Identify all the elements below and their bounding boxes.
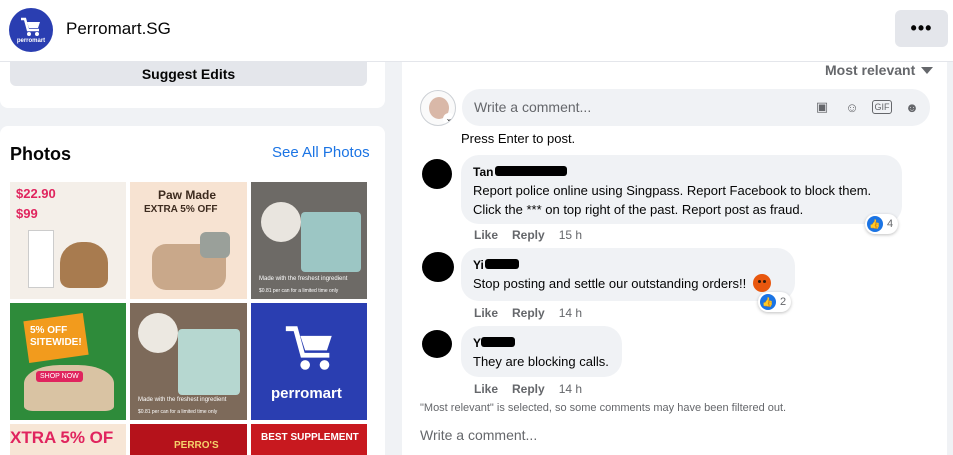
suggest-edits-button[interactable]: Suggest Edits	[10, 62, 367, 86]
emoji-icon[interactable]: ☺	[842, 97, 862, 117]
like-button[interactable]: Like	[474, 228, 498, 242]
photo-caption: XTRA 5% OF	[10, 428, 114, 447]
like-reaction-icon: 👍	[867, 216, 883, 232]
comment-text: Stop posting and settle our outstanding …	[473, 274, 783, 293]
page-title[interactable]: Perromart.SG	[66, 19, 171, 39]
photo-caption: $0.81 per can for a limited time only	[138, 409, 218, 415]
write-comment-link[interactable]: Write a comment...	[420, 427, 537, 443]
page-avatar[interactable]: perromart	[9, 8, 53, 52]
avatar-sticker-icon[interactable]: ☻	[902, 97, 922, 117]
photos-title: Photos	[10, 144, 71, 164]
photo-caption: BEST SUPPLEMENT	[261, 432, 359, 443]
chevron-down-icon: ⌄	[443, 113, 455, 125]
comment-text: Report police online using Singpass. Rep…	[473, 183, 872, 198]
more-options-button[interactable]: •••	[895, 10, 948, 47]
photo-thumbnail[interactable]: Made with the freshest ingredient $0.81 …	[251, 182, 367, 299]
commenter-avatar[interactable]	[420, 248, 456, 284]
gif-icon[interactable]: GIF	[872, 100, 892, 114]
comment-author[interactable]: Yi	[473, 257, 519, 273]
like-reaction-icon: 👍	[760, 294, 776, 310]
reaction-summary[interactable]: 👍 2	[758, 292, 792, 312]
reply-button[interactable]: Reply	[512, 382, 545, 396]
comment-text: Click the *** on top right of the past. …	[473, 202, 804, 217]
page-header: perromart Perromart.SG •••	[0, 0, 953, 62]
comment-actions: Like Reply 15 h	[474, 228, 582, 242]
composer-hint: Press Enter to post.	[461, 131, 576, 146]
comment-bubble: Tan Report police online using Singpass.…	[461, 155, 902, 224]
photo-caption: $99	[16, 206, 38, 221]
comment-actions: Like Reply 14 h	[474, 382, 582, 396]
angry-emoji-icon	[752, 274, 771, 292]
photo-caption: EXTRA 5% OFF	[144, 204, 218, 215]
photo-thumbnail[interactable]: Made with the freshest ingredient $0.81 …	[130, 303, 247, 420]
photo-caption: SHOP NOW	[36, 371, 83, 382]
photo-thumbnail[interactable]: Paw Made EXTRA 5% OFF	[130, 182, 247, 299]
like-button[interactable]: Like	[474, 382, 498, 396]
comment-timestamp[interactable]: 15 h	[559, 228, 582, 242]
commenter-avatar[interactable]	[420, 324, 456, 360]
caret-down-icon	[921, 66, 934, 74]
cart-icon	[285, 326, 332, 370]
composer-tools: ▣ ☺ GIF ☻	[812, 97, 922, 117]
filter-notice: "Most relevant" is selected, so some com…	[420, 402, 787, 414]
photos-card: Photos See All Photos $22.90 $99 Paw Mad…	[0, 126, 385, 455]
about-card: Suggest Edits	[0, 62, 385, 108]
sort-dropdown[interactable]: Most relevant	[825, 62, 934, 78]
comment-timestamp[interactable]: 14 h	[559, 306, 582, 320]
comment-bubble: Y They are blocking calls.	[461, 326, 622, 377]
photo-thumbnail[interactable]: 5% OFF SITEWIDE! SHOP NOW	[10, 303, 126, 420]
comment-composer[interactable]: Write a comment... ▣ ☺ GIF ☻	[462, 89, 930, 126]
sort-label: Most relevant	[825, 62, 916, 78]
comment-author[interactable]: Tan	[473, 164, 567, 180]
comment-text: They are blocking calls.	[473, 354, 609, 369]
photo-caption: Paw Made	[158, 188, 217, 202]
photo-thumbnail[interactable]: PERRO'S	[130, 424, 247, 455]
photo-thumbnail[interactable]: XTRA 5% OF	[10, 424, 126, 455]
comments-section: Most relevant ⌄ Write a comment... ▣ ☺ G…	[402, 62, 947, 455]
photo-caption: Made with the freshest ingredient	[138, 397, 227, 403]
photo-caption: Made with the freshest ingredient	[259, 276, 348, 282]
photo-caption: PERRO'S	[174, 440, 219, 451]
reaction-count: 2	[780, 296, 787, 308]
comment-timestamp[interactable]: 14 h	[559, 382, 582, 396]
photo-caption: $0.81 per can for a limited time only	[259, 288, 339, 294]
like-button[interactable]: Like	[474, 306, 498, 320]
photo-thumbnail[interactable]: BEST SUPPLEMENT	[251, 424, 367, 455]
comment-actions: Like Reply 14 h	[474, 306, 582, 320]
photo-caption: $22.90	[16, 186, 56, 201]
comment-author[interactable]: Y	[473, 335, 515, 351]
logo-text: perromart	[16, 37, 46, 44]
reaction-summary[interactable]: 👍 4	[865, 214, 899, 234]
current-user-avatar[interactable]: ⌄	[420, 90, 456, 126]
comment-input-placeholder: Write a comment...	[474, 99, 592, 115]
reaction-count: 4	[887, 218, 894, 230]
cart-icon	[21, 17, 40, 36]
commenter-avatar[interactable]	[420, 157, 456, 193]
see-all-photos-link[interactable]: See All Photos	[272, 144, 370, 161]
photo-thumbnail[interactable]: perromart	[251, 303, 367, 420]
photo-grid: $22.90 $99 Paw Made EXTRA 5% OFF Made wi…	[10, 182, 367, 455]
photo-caption: 5% OFF SITEWIDE!	[30, 325, 82, 348]
photo-thumbnail[interactable]: $22.90 $99	[10, 182, 126, 299]
comment-bubble: Yi Stop posting and settle our outstandi…	[461, 248, 795, 301]
photo-caption: perromart	[271, 385, 342, 402]
sticker-icon[interactable]: ▣	[812, 97, 832, 117]
reply-button[interactable]: Reply	[512, 306, 545, 320]
reply-button[interactable]: Reply	[512, 228, 545, 242]
